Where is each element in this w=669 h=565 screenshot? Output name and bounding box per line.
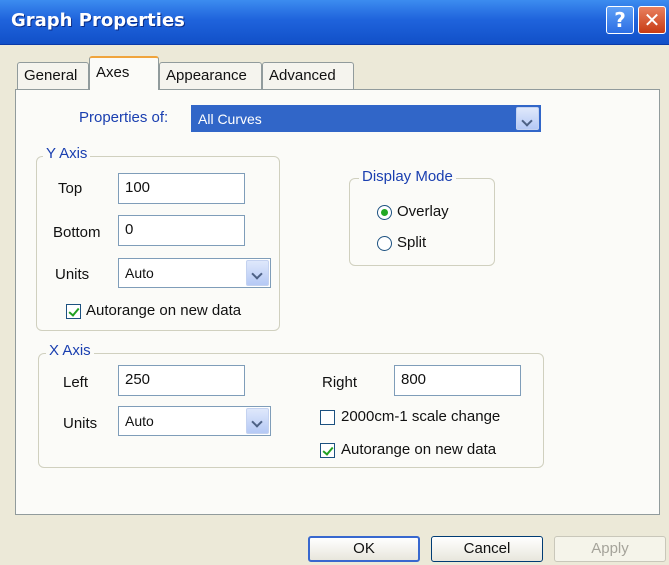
cancel-button[interactable]: Cancel: [431, 536, 543, 562]
x-right-label: Right: [322, 374, 358, 391]
x-right-input[interactable]: 800: [394, 365, 521, 396]
chevron-down-icon[interactable]: [246, 408, 269, 434]
y-top-value: 100: [125, 179, 151, 196]
x-left-value: 250: [125, 371, 151, 388]
properties-of-dropdown[interactable]: All Curves: [191, 105, 541, 132]
x-left-input[interactable]: 250: [118, 365, 245, 396]
y-bottom-input[interactable]: 0: [118, 215, 245, 246]
y-units-label: Units: [55, 266, 90, 283]
split-label[interactable]: Split: [397, 234, 426, 251]
x-autorange-label[interactable]: Autorange on new data: [341, 441, 496, 458]
y-units-dropdown[interactable]: Auto: [118, 258, 271, 288]
ok-button[interactable]: OK: [308, 536, 420, 562]
display-mode-group: [349, 178, 495, 266]
y-autorange-label[interactable]: Autorange on new data: [86, 302, 241, 319]
apply-button[interactable]: Apply: [554, 536, 666, 562]
x-autorange-checkbox[interactable]: [320, 443, 335, 458]
y-bottom-value: 0: [125, 221, 134, 238]
y-units-value: Auto: [125, 265, 154, 281]
x-units-value: Auto: [125, 413, 154, 429]
properties-of-value: All Curves: [198, 111, 262, 127]
x-units-label: Units: [63, 415, 98, 432]
display-mode-group-title: Display Mode: [359, 168, 456, 185]
y-autorange-checkbox[interactable]: [66, 304, 81, 319]
overlay-radio[interactable]: [377, 205, 392, 220]
x-units-dropdown[interactable]: Auto: [118, 406, 271, 436]
chevron-down-icon[interactable]: [516, 107, 539, 130]
y-top-input[interactable]: 100: [118, 173, 245, 204]
x-axis-group-title: X Axis: [46, 342, 94, 359]
x-right-value: 800: [401, 371, 427, 388]
split-radio[interactable]: [377, 236, 392, 251]
overlay-label[interactable]: Overlay: [397, 203, 449, 220]
y-top-label: Top: [58, 180, 83, 197]
scale-change-label[interactable]: 2000cm-1 scale change: [341, 408, 500, 425]
y-bottom-label: Bottom: [53, 224, 101, 241]
scale-change-checkbox[interactable]: [320, 410, 335, 425]
properties-of-label: Properties of:: [79, 109, 169, 126]
chevron-down-icon[interactable]: [246, 260, 269, 286]
y-axis-group-title: Y Axis: [43, 145, 91, 162]
x-left-label: Left: [63, 374, 89, 391]
